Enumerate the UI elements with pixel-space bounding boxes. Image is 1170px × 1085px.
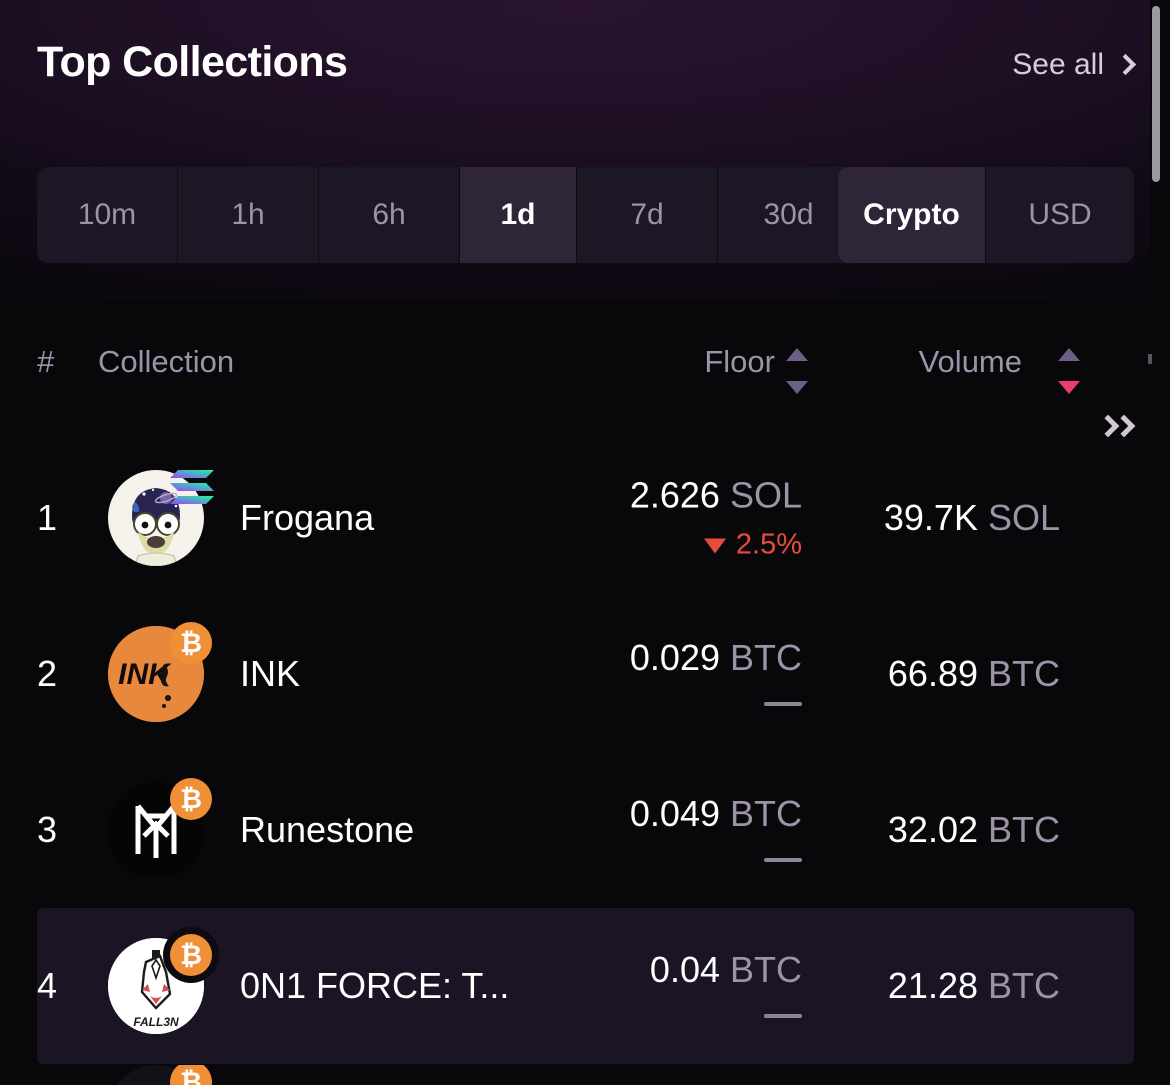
floor-amount: 0.04 [649,949,720,990]
collection-avatar: ₿ [108,1065,212,1085]
floor-change-value: 2.5% [735,528,802,561]
collection-avatar [108,470,214,566]
chevron-2 [1112,414,1136,438]
column-header-floor[interactable]: Floor [704,344,775,380]
table-row[interactable]: 2 INK ₿ INK 0.029 BTC 66.89 BTC [0,596,1170,752]
floor-amount: 0.029 [629,637,720,678]
floor-change-flat [630,849,802,867]
table-header: # Collection Floor Volume [0,344,1170,400]
filters-row: 10m 1h 6h 1d 7d 30d Crypto USD [37,167,1134,263]
sort-descending-icon-active[interactable] [1058,381,1080,394]
sort-ascending-icon[interactable] [1058,348,1080,361]
see-all-link[interactable]: See all [1012,48,1137,82]
floor-price-cell: 0.049 BTC [630,793,802,867]
sort-ascending-icon[interactable] [786,348,808,361]
volume-unit: BTC [988,653,1060,694]
floor-price-cell: 2.626 SOL 2.5% [630,475,802,562]
time-range-segmented-control[interactable]: 10m 1h 6h 1d 7d 30d [37,167,859,263]
chevron-right-icon [1114,53,1137,75]
floor-unit: SOL [729,474,802,516]
collection-name[interactable]: Runestone [240,809,414,851]
floor-price-cell: 0.04 BTC [650,949,802,1023]
bitcoin-icon: ₿ [170,622,212,664]
collections-table-body: 1 Frogana 2.626 SOL 2.5% 39.7K SOL 2 INK… [0,440,1170,1064]
solana-icon [164,464,222,510]
dash-icon [764,1014,802,1018]
volume-unit: BTC [988,809,1060,850]
sort-toggle-floor[interactable] [786,347,808,395]
dash-icon [764,858,802,862]
volume-cell: 66.89 BTC [888,653,1060,695]
floor-price-cell: 0.029 BTC [630,637,802,711]
floor-amount: 0.049 [629,793,720,834]
floor-change-flat [650,1005,802,1023]
floor-change: 2.5% [630,529,802,562]
bitcoin-icon: ₿ [170,778,212,820]
floor-amount: 2.626 [629,474,720,516]
svg-text:FALL3N: FALL3N [133,1015,179,1029]
collection-name[interactable]: Frogana [240,497,374,539]
caret-down-icon [703,538,726,554]
currency-option-crypto[interactable]: Crypto [838,167,986,263]
column-header-rank: # [37,344,55,379]
sort-descending-icon[interactable] [786,381,808,394]
collection-avatar: FALL3N ₿ [108,934,212,1034]
row-rank: 1 [37,497,58,538]
column-header-volume[interactable]: Volume [919,344,1022,380]
row-rank: 2 [37,653,58,694]
currency-option-usd[interactable]: USD [986,167,1134,263]
volume-cell: 32.02 BTC [888,809,1060,851]
sort-toggle-volume[interactable] [1058,347,1080,395]
collection-avatar: ₿ [108,778,212,878]
dash-icon [764,702,802,706]
volume-unit: BTC [988,965,1060,1006]
page-title: Top Collections [37,38,348,86]
floor-unit: BTC [730,793,802,834]
truncated-column-header [1148,354,1152,364]
floor-unit: BTC [730,637,802,678]
time-option-7d[interactable]: 7d [577,167,718,263]
double-chevron-right-icon[interactable] [1096,410,1140,444]
volume-amount: 39.7K [883,497,978,538]
bitcoin-icon: ₿ [170,1065,212,1085]
table-row[interactable]: 3 ₿ Runestone 0.049 BTC 32.02 BTC [0,752,1170,908]
table-row[interactable]: 1 Frogana 2.626 SOL 2.5% 39.7K SOL [0,440,1170,596]
volume-amount: 66.89 [887,653,978,694]
currency-segmented-control[interactable]: Crypto USD [838,167,1134,263]
time-option-1d[interactable]: 1d [460,167,577,263]
collection-avatar: INK ₿ [108,622,212,722]
volume-unit: SOL [987,497,1060,538]
panel-header: Top Collections See all [37,38,1137,96]
volume-cell: 21.28 BTC [888,965,1060,1007]
column-header-collection: Collection [98,344,235,379]
volume-amount: 21.28 [887,965,978,1006]
solana-logo [170,470,214,504]
row-rank: 4 [37,965,58,1006]
collection-name[interactable]: 0N1 FORCE: T... [240,965,509,1007]
vertical-scrollbar-thumb[interactable] [1152,6,1160,182]
row-rank: 3 [37,809,58,850]
see-all-label: See all [1012,48,1104,81]
time-option-6h[interactable]: 6h [319,167,460,263]
volume-amount: 32.02 [887,809,978,850]
floor-change-flat [630,693,802,711]
bitcoin-icon: ₿ [170,934,212,976]
top-collections-panel: Top Collections See all 10m 1h 6h 1d 7d … [0,0,1170,1085]
floor-unit: BTC [730,949,802,990]
time-option-10m[interactable]: 10m [37,167,178,263]
table-row[interactable]: 4 FALL3N ₿ 0N1 FORCE: T... 0.04 BTC 21.2… [0,908,1170,1064]
collection-name[interactable]: INK [240,653,300,695]
time-option-1h[interactable]: 1h [178,167,319,263]
table-row-partial[interactable]: ₿ [0,1065,1170,1085]
volume-cell: 39.7K SOL [884,497,1060,539]
